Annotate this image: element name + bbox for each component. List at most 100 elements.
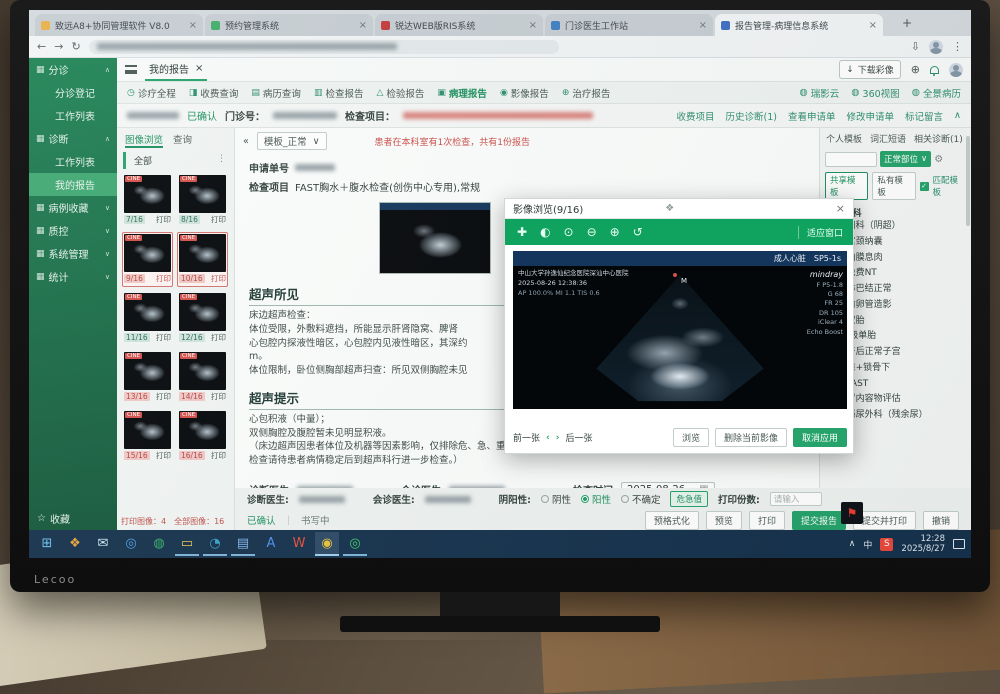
header-action-link[interactable]: 修改申请单: [847, 109, 895, 123]
thumbnail-card[interactable]: CINE 13/16 打印: [122, 350, 173, 405]
taskbar-clock[interactable]: 12:28 2025/8/27: [901, 534, 945, 554]
move-handle-icon[interactable]: ❖: [665, 203, 674, 214]
thumbnail-print-link[interactable]: 打印: [156, 450, 171, 461]
sogou-ime-icon[interactable]: S: [880, 538, 893, 551]
taskbar-app-icon[interactable]: ◔: [203, 532, 227, 556]
footer-action-button[interactable]: 打印: [749, 511, 785, 530]
sidebar-item[interactable]: 工作列表: [29, 150, 117, 173]
collapse-icon[interactable]: «: [243, 136, 249, 147]
thumbnail-card[interactable]: CINE 9/16 打印: [122, 232, 173, 287]
template-panel-tab[interactable]: 相关诊断(1): [914, 132, 963, 145]
module-link[interactable]: ▣ 病理报告: [437, 86, 487, 100]
report-image-thumbnail[interactable]: [379, 202, 491, 274]
cloud-service-link[interactable]: ◍ 360视图: [851, 86, 899, 100]
sidebar-item[interactable]: 工作列表: [29, 104, 117, 127]
taskbar-app-icon[interactable]: ❖: [63, 532, 87, 556]
thumbnail-image[interactable]: CINE: [124, 175, 171, 213]
thumbnail-print-link[interactable]: 打印: [211, 273, 226, 284]
thumbnail-print-link[interactable]: 打印: [211, 450, 226, 461]
module-link[interactable]: ⊕ 治疗报告: [562, 86, 611, 100]
thumbnail-card[interactable]: CINE 14/16 打印: [177, 350, 228, 405]
collapse-caret-icon[interactable]: ∧: [954, 110, 961, 121]
next-label[interactable]: 后一张: [565, 431, 592, 444]
critical-value-badge[interactable]: 危急值: [670, 491, 708, 507]
header-action-link[interactable]: 收费项目: [677, 109, 715, 123]
thumbnail-card[interactable]: CINE 8/16 打印: [177, 173, 228, 228]
sidebar-item[interactable]: ▦ 诊断 ∧: [29, 127, 117, 150]
browser-profile-avatar[interactable]: [929, 40, 943, 54]
dialog-titlebar[interactable]: 影像浏览(9/16) ❖ ×: [505, 199, 853, 219]
footer-action-button[interactable]: 预格式化: [645, 511, 699, 530]
header-action-link[interactable]: 查看申请单: [788, 109, 836, 123]
header-action-link[interactable]: 标记留言: [905, 109, 943, 123]
tab-close-icon[interactable]: ×: [699, 20, 707, 31]
radio-negative[interactable]: 阴性: [541, 492, 571, 506]
sidebar-item[interactable]: ▦ 分诊 ∧: [29, 58, 117, 81]
tab-close-icon[interactable]: ×: [869, 20, 877, 31]
module-link[interactable]: ◉ 影像报告: [500, 86, 549, 100]
tray-caret-icon[interactable]: ∧: [849, 539, 856, 549]
tab-close-icon[interactable]: ×: [189, 20, 197, 31]
taskbar-app-icon[interactable]: ◍: [147, 532, 171, 556]
viewer-tool-icon[interactable]: ✚: [517, 225, 527, 239]
thumbnail-card[interactable]: CINE 16/16 打印: [177, 409, 228, 464]
cloud-service-link[interactable]: ◍ 全景病历: [912, 86, 961, 100]
ime-floating-icon[interactable]: ⚑: [841, 502, 863, 524]
dialog-close-icon[interactable]: ×: [836, 202, 845, 215]
template-select[interactable]: 模板_正常 ∨: [257, 132, 327, 150]
radio-icon[interactable]: [541, 495, 549, 503]
template-panel-tab[interactable]: 个人模板: [826, 132, 862, 145]
thumbnail-image[interactable]: CINE: [179, 175, 226, 213]
thumbnail-print-link[interactable]: 打印: [156, 273, 171, 284]
scrollbar[interactable]: [966, 136, 970, 226]
prev-arrow-icon[interactable]: ‹: [546, 433, 550, 443]
template-scope-tab[interactable]: 共享模板: [825, 172, 868, 200]
sidebar-item[interactable]: ▦ 统计 ∨: [29, 265, 117, 288]
sidebar-item[interactable]: ▦ 系统管理 ∨: [29, 242, 117, 265]
gear-icon[interactable]: ⚙: [934, 154, 943, 165]
module-link[interactable]: ▤ 病历查询: [251, 86, 301, 100]
header-action-link[interactable]: 历史诊断(1): [726, 109, 777, 123]
url-bar[interactable]: [89, 40, 559, 54]
copies-input[interactable]: 请输入: [770, 492, 822, 506]
sidebar-item[interactable]: 分诊登记: [29, 81, 117, 104]
filter-label[interactable]: 全部: [134, 154, 152, 167]
match-checkbox[interactable]: ✓: [920, 182, 929, 191]
template-scope-tab[interactable]: 私有模板: [872, 172, 915, 200]
taskbar-app-icon[interactable]: ▭: [175, 532, 199, 556]
next-arrow-icon[interactable]: ›: [556, 433, 560, 443]
dialog-footer-button[interactable]: 取消应用: [793, 428, 847, 447]
browser-tab[interactable]: 致远A8+协同管理软件 V8.0 ×: [35, 14, 203, 36]
download-images-button[interactable]: ↓ 下载彩像: [839, 60, 901, 79]
forward-icon[interactable]: →: [54, 40, 63, 53]
thumbnail-image[interactable]: CINE: [179, 234, 226, 272]
user-avatar[interactable]: [949, 63, 963, 77]
taskbar-app-icon[interactable]: A: [259, 532, 283, 556]
template-panel-tab[interactable]: 词汇短语: [870, 132, 906, 145]
thumbnail-image[interactable]: CINE: [179, 352, 226, 390]
more-dots-icon[interactable]: ⋮: [217, 154, 226, 167]
normal-site-button[interactable]: 正常部位 ∨: [880, 151, 931, 167]
module-link[interactable]: △ 检验报告: [376, 86, 424, 100]
sidebar-item[interactable]: ▦ 病例收藏 ∨: [29, 196, 117, 219]
new-tab-button[interactable]: +: [897, 13, 917, 33]
sidebar-favorite[interactable]: ☆ 收藏: [29, 511, 117, 526]
ime-lang-indicator[interactable]: 中: [863, 538, 872, 551]
taskbar-app-icon[interactable]: ⊞: [35, 532, 59, 556]
cloud-service-link[interactable]: ◍ 瑞影云: [799, 86, 839, 100]
browser-tab[interactable]: 锐达WEB版RIS系统 ×: [375, 14, 543, 36]
footer-action-button[interactable]: 提交报告: [792, 511, 846, 530]
taskbar-app-icon[interactable]: ▤: [231, 532, 255, 556]
thumbnail-print-link[interactable]: 打印: [211, 332, 226, 343]
reload-icon[interactable]: ↻: [71, 40, 80, 53]
thumbnail-image[interactable]: CINE: [124, 234, 171, 272]
prev-label[interactable]: 前一张: [513, 431, 540, 444]
module-link[interactable]: ▥ 检查报告: [314, 86, 364, 100]
tab-close-icon[interactable]: ×: [529, 20, 537, 31]
taskbar-app-icon[interactable]: ◎: [343, 532, 367, 556]
browser-menu-icon[interactable]: ⋮: [952, 40, 963, 53]
thumbnail-image[interactable]: CINE: [179, 293, 226, 331]
radio-selected-icon[interactable]: [581, 495, 589, 503]
thumb-panel-tab[interactable]: 图像浏览: [125, 132, 163, 148]
ultrasound-image[interactable]: 成人心脏 SP5-1s 中山大学孙逸仙纪念医院深汕中心医院 2025-08-26…: [513, 251, 847, 409]
